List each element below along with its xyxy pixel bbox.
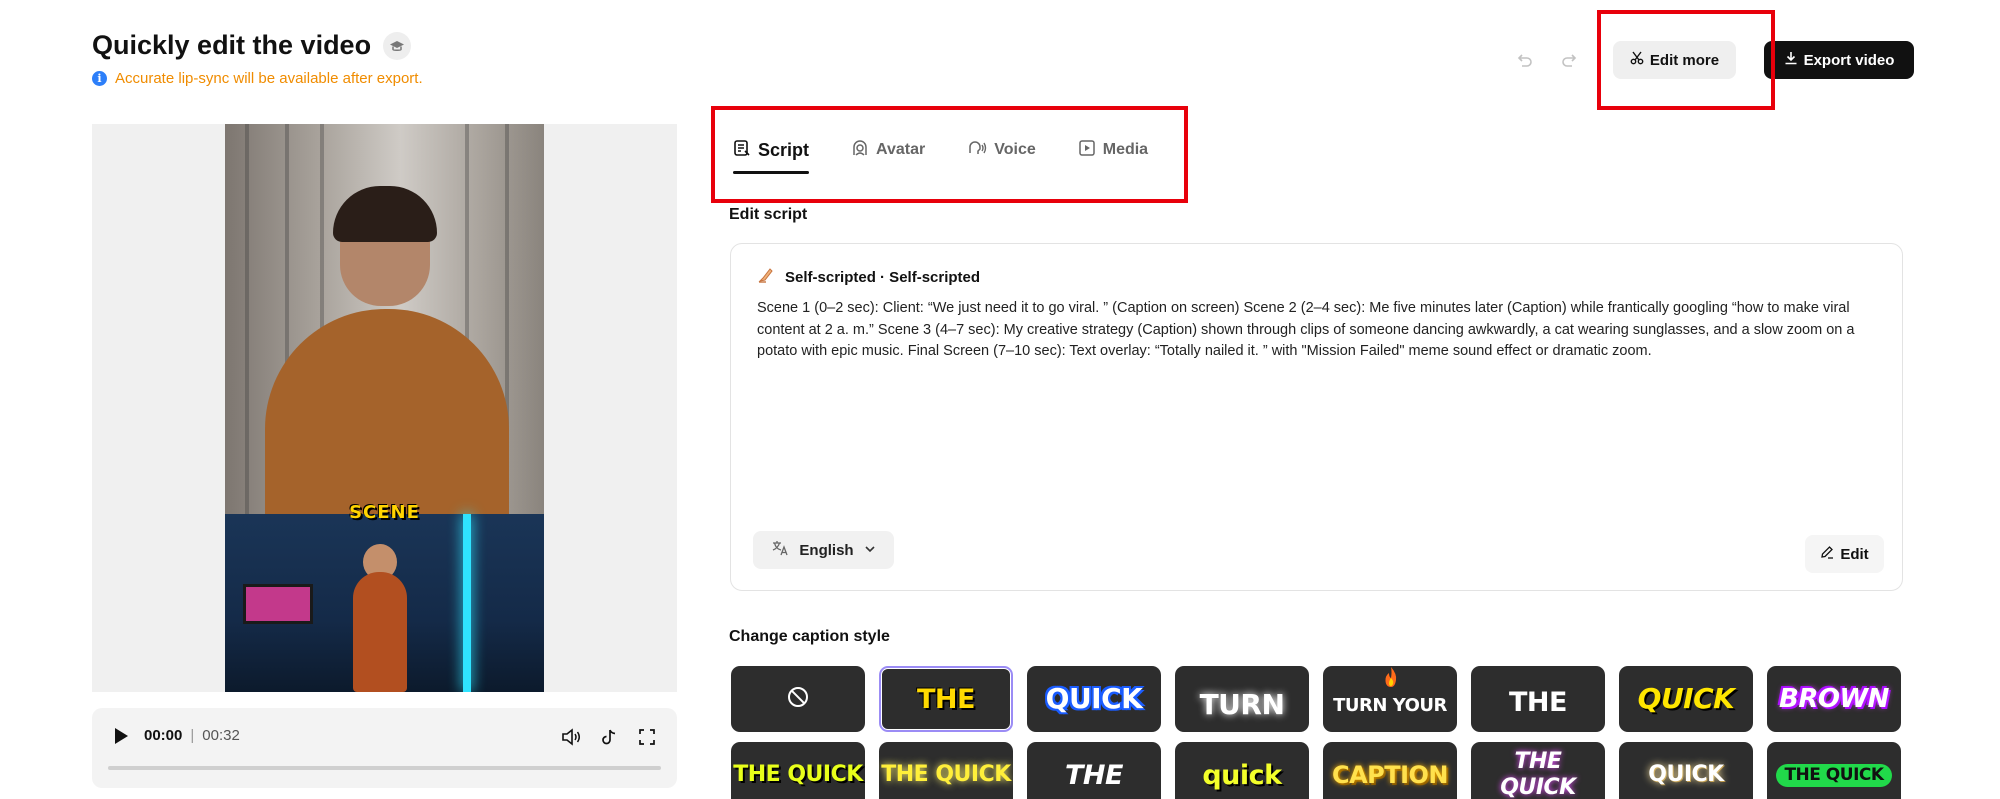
language-label: English xyxy=(799,541,854,559)
caption-style-tile[interactable]: THE QUICK xyxy=(1471,742,1605,799)
redo-icon[interactable] xyxy=(1553,43,1587,77)
scissors-icon xyxy=(1630,51,1644,69)
volume-icon[interactable] xyxy=(557,723,585,751)
caption-style-tile[interactable]: QUICK xyxy=(1619,742,1753,799)
undo-icon[interactable] xyxy=(1507,43,1541,77)
tutorial-icon[interactable] xyxy=(383,31,412,60)
no-caption-icon xyxy=(785,684,811,715)
caption-style-sample: THE xyxy=(917,683,975,715)
b-roll-neon-light xyxy=(463,514,471,692)
progress-bar[interactable] xyxy=(108,766,661,770)
caption-style-grid: THE QUICK TURN TURN YOUR THE QUICK BROWN… xyxy=(731,666,1906,799)
caption-style-sample: QUICK xyxy=(1045,682,1143,715)
tab-media[interactable]: Media xyxy=(1078,132,1148,168)
writing-hand-icon xyxy=(757,266,775,288)
avatar-body xyxy=(265,309,509,524)
page-title: Quickly edit the video xyxy=(92,30,372,60)
script-source: Self-scripted · Self-scripted xyxy=(757,266,980,288)
caption-style-tile[interactable]: TURN YOUR xyxy=(1323,666,1457,732)
caption-style-heading: Change caption style xyxy=(729,628,890,645)
edit-tabs: Script Avatar Voice Media xyxy=(733,132,1190,174)
caption-style-tile[interactable]: quick xyxy=(1175,742,1309,799)
export-video-button[interactable]: Export video xyxy=(1764,41,1914,79)
tiktok-icon[interactable] xyxy=(595,723,623,751)
edit-script-button[interactable]: Edit xyxy=(1805,535,1884,573)
tab-voice[interactable]: Voice xyxy=(967,132,1036,168)
chevron-down-icon xyxy=(864,542,876,559)
export-label: Export video xyxy=(1803,51,1895,69)
caption-style-sample: QUICK xyxy=(1637,682,1735,715)
notice-text: Accurate lip-sync will be available afte… xyxy=(115,70,423,87)
edit-more-button[interactable]: Edit more xyxy=(1613,41,1736,79)
script-text[interactable]: Scene 1 (0–2 sec): Client: “We just need… xyxy=(757,298,1879,363)
caption-style-sample: THE QUICK xyxy=(1500,749,1576,799)
caption-style-sample: TURN xyxy=(1199,688,1285,721)
tab-script[interactable]: Script xyxy=(733,132,810,174)
caption-style-sample: THE xyxy=(1065,759,1123,791)
top-actions: Edit more Export video xyxy=(1507,41,1914,79)
media-icon xyxy=(1078,139,1096,162)
caption-style-tile[interactable]: THE xyxy=(1471,666,1605,732)
download-icon xyxy=(1784,51,1798,69)
avatar-scene xyxy=(225,124,544,524)
edit-more-label: Edit more xyxy=(1649,51,1720,69)
caption-style-tile[interactable]: THE xyxy=(879,666,1013,732)
video-preview[interactable]: SCENE xyxy=(92,124,677,692)
time-separator: | xyxy=(190,727,195,744)
script-card: Self-scripted · Self-scripted Scene 1 (0… xyxy=(730,243,1903,591)
fullscreen-icon[interactable] xyxy=(633,723,661,751)
caption-style-tile[interactable]: THE xyxy=(1027,742,1161,799)
lip-sync-notice: i Accurate lip-sync will be available af… xyxy=(92,70,423,87)
voice-icon xyxy=(967,139,987,162)
current-time: 00:00 xyxy=(144,727,183,744)
pencil-icon xyxy=(1820,545,1834,563)
caption-style-tile[interactable]: BROWN xyxy=(1767,666,1901,732)
caption-style-sample: BROWN xyxy=(1779,684,1889,714)
tab-avatar-label: Avatar xyxy=(876,141,926,158)
time-display: 00:00 | 00:32 xyxy=(144,727,240,744)
language-select[interactable]: English xyxy=(753,531,894,569)
translate-icon xyxy=(771,539,789,561)
caption-style-tile[interactable]: CAPTION xyxy=(1323,742,1457,799)
b-roll-scene xyxy=(225,514,544,692)
edit-script-heading: Edit script xyxy=(729,206,808,223)
caption-style-sample: QUICK xyxy=(1648,762,1724,787)
video-player-controls: 00:00 | 00:32 xyxy=(92,708,677,788)
avatar-icon xyxy=(851,139,869,162)
caption-style-none[interactable] xyxy=(731,666,865,732)
fire-icon xyxy=(1381,666,1401,693)
caption-style-tile[interactable]: QUICK xyxy=(1027,666,1161,732)
info-icon: i xyxy=(92,71,107,86)
b-roll-child xyxy=(353,572,407,692)
video-caption: SCENE xyxy=(349,502,420,523)
caption-style-sample: THE xyxy=(1509,686,1567,718)
caption-style-sample: quick xyxy=(1202,759,1282,791)
play-icon[interactable] xyxy=(112,726,130,751)
script-icon xyxy=(733,139,751,162)
edit-label: Edit xyxy=(1840,545,1869,563)
tab-voice-label: Voice xyxy=(994,141,1036,158)
duration: 00:32 xyxy=(202,727,240,744)
tab-media-label: Media xyxy=(1102,141,1149,158)
caption-style-sample: CAPTION xyxy=(1331,761,1449,789)
caption-style-tile[interactable]: THE QUICK xyxy=(1767,742,1901,799)
avatar-hair xyxy=(333,186,437,242)
caption-style-sample: THE QUICK xyxy=(881,762,1011,787)
caption-style-tile[interactable]: THE QUICK xyxy=(879,742,1013,799)
caption-style-sample: TURN YOUR xyxy=(1333,695,1447,716)
player-icons xyxy=(557,723,661,751)
b-roll-screen xyxy=(243,584,313,624)
caption-style-sample: THE QUICK xyxy=(1776,763,1892,787)
title-row: Quickly edit the video xyxy=(92,30,412,61)
caption-style-sample: THE QUICK xyxy=(733,762,863,787)
caption-style-tile[interactable]: QUICK xyxy=(1619,666,1753,732)
tab-avatar[interactable]: Avatar xyxy=(851,132,925,168)
script-source-label: Self-scripted · Self-scripted xyxy=(785,268,981,286)
caption-style-tile[interactable]: TURN xyxy=(1175,666,1309,732)
video-frame: SCENE xyxy=(225,124,544,692)
tab-script-label: Script xyxy=(758,139,810,160)
caption-style-tile[interactable]: THE QUICK xyxy=(731,742,865,799)
